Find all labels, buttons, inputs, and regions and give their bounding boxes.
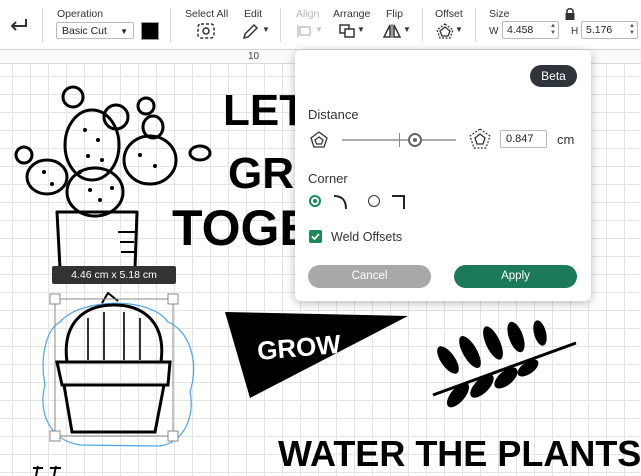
- toolbar-divider: [42, 8, 43, 42]
- corner-rounded-radio[interactable]: [309, 195, 321, 207]
- corner-label: Corner: [308, 171, 348, 186]
- offset-small-icon: [310, 131, 328, 148]
- apply-button[interactable]: Apply: [454, 265, 577, 288]
- chevron-down-icon[interactable]: ▼: [357, 25, 365, 34]
- corner-square-radio[interactable]: [368, 195, 380, 207]
- offset-label: Offset: [435, 8, 463, 20]
- height-value: 5.176: [586, 24, 613, 36]
- width-value: 4.458: [507, 24, 534, 36]
- weld-offsets-label: Weld Offsets: [331, 230, 403, 244]
- select-all-icon[interactable]: [195, 22, 217, 40]
- distance-unit: cm: [557, 132, 575, 147]
- operation-select[interactable]: Basic Cut ▼: [56, 22, 134, 39]
- water-the-plants-text[interactable]: WATER THE PLANTS: [278, 433, 641, 474]
- chevron-down-icon: ▼: [120, 27, 128, 36]
- arrange-icon[interactable]: [337, 22, 359, 40]
- undo-icon[interactable]: [8, 14, 30, 34]
- pennant-text: GROW: [256, 329, 343, 366]
- distance-input[interactable]: 0.847: [500, 130, 547, 148]
- color-swatch[interactable]: [141, 22, 159, 40]
- height-input[interactable]: 5.176 ▲ ▼: [581, 21, 638, 39]
- cancel-button[interactable]: Cancel: [308, 265, 431, 288]
- flip-label: Flip: [386, 8, 403, 20]
- toolbar-divider: [170, 8, 171, 42]
- beta-badge: Beta: [530, 65, 577, 87]
- weld-offsets-checkbox[interactable]: [309, 230, 322, 243]
- sprouts-image[interactable]: [33, 465, 61, 476]
- offset-outline: [42, 302, 195, 447]
- align-label: Align: [296, 8, 320, 20]
- grow-pennant-image[interactable]: GROW: [225, 312, 408, 398]
- toolbar-divider: [475, 8, 476, 42]
- rounded-corner-icon: [333, 195, 347, 210]
- square-corner-icon: [392, 195, 405, 209]
- pencil-icon[interactable]: [240, 22, 262, 40]
- selection-dimensions-label: 4.46 cm x 5.18 cm: [52, 266, 176, 284]
- slider-default-mark: [399, 133, 400, 147]
- select-all-label: Select All: [185, 8, 229, 20]
- toolbar-divider: [280, 8, 281, 42]
- edit-label: Edit: [244, 8, 263, 20]
- leaf-branch-image[interactable]: [432, 319, 577, 411]
- height-label: H: [571, 26, 579, 37]
- lock-icon[interactable]: [564, 7, 576, 21]
- size-label: Size: [489, 8, 510, 20]
- chevron-down-icon[interactable]: ▼: [403, 25, 411, 34]
- chevron-down-icon[interactable]: ▼: [455, 25, 463, 34]
- align-icon[interactable]: [295, 22, 317, 40]
- width-label: W: [489, 26, 499, 37]
- arrange-label: Arrange: [333, 8, 371, 20]
- toolbar-divider: [422, 8, 423, 42]
- operation-label: Operation: [57, 8, 104, 20]
- flip-icon[interactable]: [381, 22, 403, 40]
- stepper-icon[interactable]: ▲ ▼: [550, 23, 556, 37]
- distance-label: Distance: [308, 107, 359, 122]
- operation-value: Basic Cut: [62, 25, 107, 37]
- offset-icon[interactable]: [434, 22, 456, 40]
- checkmark-icon: [311, 233, 320, 241]
- stepper-icon[interactable]: ▲ ▼: [629, 23, 635, 37]
- text-line-1: LET: [223, 86, 306, 135]
- offset-panel: Beta Distance 0.847 cm Corner Weld Offse…: [295, 50, 591, 301]
- chevron-down-icon[interactable]: ▼: [315, 25, 323, 34]
- selected-cactus-image[interactable]: [55, 291, 172, 434]
- offset-large-icon: [469, 128, 491, 149]
- top-toolbar: Operation Basic Cut ▼ Select All Edit ▼ …: [0, 0, 641, 50]
- chevron-down-icon[interactable]: ▼: [262, 25, 270, 34]
- width-input[interactable]: 4.458 ▲ ▼: [502, 21, 559, 39]
- distance-slider-handle[interactable]: [408, 133, 422, 147]
